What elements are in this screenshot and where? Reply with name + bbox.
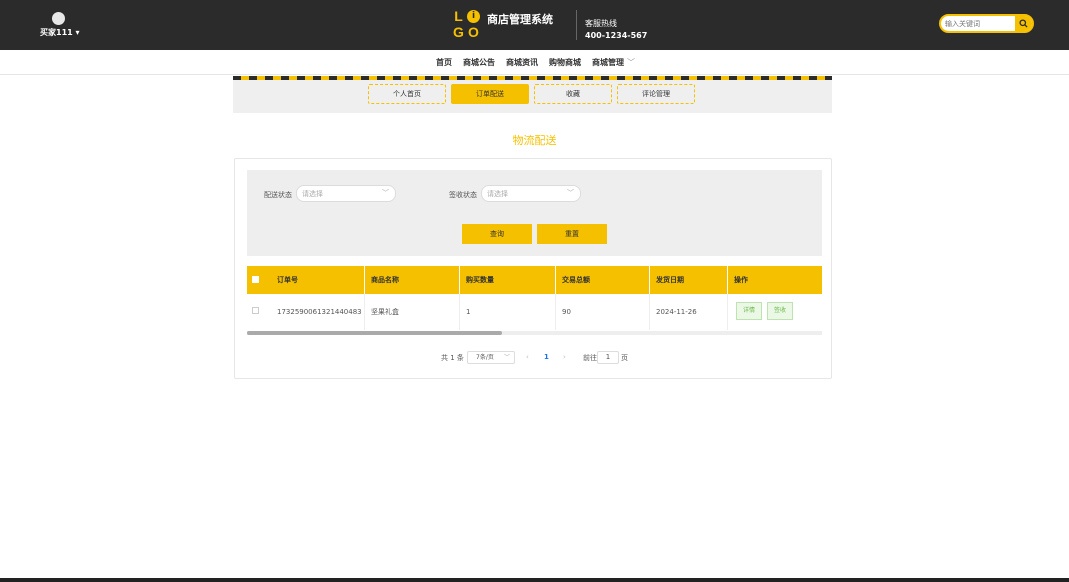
page-suffix: 页 xyxy=(621,354,628,362)
logo-letter-o: O xyxy=(468,24,479,40)
prev-page-icon[interactable]: ‹ xyxy=(526,353,529,361)
column-header-total: 交易总额 xyxy=(556,266,650,294)
system-title: 商店管理系统 xyxy=(487,13,553,26)
window-bottom-edge xyxy=(0,578,1069,582)
decorative-stripe xyxy=(233,76,832,80)
pagination-total: 共 1 条 xyxy=(441,354,464,362)
reset-button[interactable]: 重置 xyxy=(537,224,607,244)
search-button[interactable] xyxy=(1015,16,1032,31)
chevron-down-icon: ﹀ xyxy=(627,58,635,67)
top-header: 买家111 ▾ L i G O 商店管理系统 客服热线 400-1234-567 xyxy=(0,0,1069,50)
chevron-down-icon: ▾ xyxy=(75,28,80,37)
nav-home[interactable]: 首页 xyxy=(436,57,452,68)
column-header-product: 商品名称 xyxy=(365,266,460,294)
chevron-down-icon: ﹀ xyxy=(567,189,574,197)
column-header-qty: 购买数量 xyxy=(460,266,556,294)
table-header: 订单号 商品名称 购买数量 交易总额 发货日期 操作 xyxy=(247,266,822,294)
nav-announcements[interactable]: 商城公告 xyxy=(463,57,495,68)
nav-management[interactable]: 商城管理 ﹀ xyxy=(592,57,635,68)
filter-panel: 配送状态 请选择 ﹀ 签收状态 请选择 ﹀ 查询 重置 xyxy=(247,170,822,256)
delivery-status-label: 配送状态 xyxy=(264,191,292,199)
query-button[interactable]: 查询 xyxy=(462,224,532,244)
cell-actions: 详情 签收 xyxy=(728,294,822,330)
next-page-icon[interactable]: › xyxy=(563,353,566,361)
header-divider xyxy=(576,10,577,40)
delivery-status-placeholder: 请选择 xyxy=(302,190,323,198)
page-size-value: 7条/页 xyxy=(476,354,494,361)
content-card: 配送状态 请选择 ﹀ 签收状态 请选择 ﹀ 查询 重置 订单号 商品名称 购买数… xyxy=(234,158,832,379)
receipt-status-placeholder: 请选择 xyxy=(487,190,508,198)
goto-label: 前往 xyxy=(583,354,597,362)
cell-ship-date: 2024-11-26 xyxy=(650,294,728,330)
logo-letter-i: i xyxy=(467,10,480,23)
hotline-label: 客服热线 xyxy=(585,19,617,28)
cell-product: 坚果礼盒 xyxy=(365,294,460,330)
logo-letter-g: G xyxy=(453,24,464,40)
tab-profile-home[interactable]: 个人首页 xyxy=(368,84,446,104)
column-header-actions: 操作 xyxy=(734,276,748,284)
cell-qty: 1 xyxy=(460,294,556,330)
main-nav: 首页 商城公告 商城资讯 购物商城 商城管理 ﹀ xyxy=(0,50,1069,75)
column-header-ship-date: 发货日期 xyxy=(650,266,728,294)
hotline: 客服热线 400-1234-567 xyxy=(585,18,647,42)
center-tabs: 个人首页 订单配送 收藏 评论管理 xyxy=(233,76,832,113)
nav-shop[interactable]: 购物商城 xyxy=(549,57,581,68)
goto-page-input[interactable]: 1 xyxy=(597,351,619,364)
cell-order-no: 1732590061321440483 xyxy=(271,294,365,330)
pagination: 共 1 条 7条/页 ﹀ ‹ 1 › 前往 1 页 xyxy=(235,351,833,365)
row-checkbox[interactable] xyxy=(252,307,259,314)
page-title: 物流配送 xyxy=(512,134,557,147)
select-all-checkbox[interactable] xyxy=(252,276,259,283)
sign-receipt-button[interactable]: 签收 xyxy=(767,302,793,320)
tab-favorites[interactable]: 收藏 xyxy=(534,84,612,104)
receipt-status-select[interactable]: 请选择 ﹀ xyxy=(481,185,581,202)
current-page-number[interactable]: 1 xyxy=(544,353,549,361)
page-size-select[interactable]: 7条/页 ﹀ xyxy=(467,351,515,364)
avatar[interactable] xyxy=(51,12,65,25)
column-header-order-no: 订单号 xyxy=(271,266,365,294)
horizontal-scrollbar[interactable] xyxy=(247,331,822,335)
logo: L i G O xyxy=(452,8,482,40)
search-input[interactable] xyxy=(945,18,1013,30)
user-name: 买家111 xyxy=(40,28,73,37)
chevron-down-icon: ﹀ xyxy=(503,354,510,361)
chevron-down-icon: ﹀ xyxy=(382,189,389,197)
tab-order-delivery[interactable]: 订单配送 xyxy=(451,84,529,104)
nav-news[interactable]: 商城资讯 xyxy=(506,57,538,68)
hotline-number: 400-1234-567 xyxy=(585,31,648,40)
tab-comments[interactable]: 评论管理 xyxy=(617,84,695,104)
scrollbar-thumb[interactable] xyxy=(247,331,502,335)
delivery-status-select[interactable]: 请选择 ﹀ xyxy=(296,185,396,202)
receipt-status-label: 签收状态 xyxy=(449,191,477,199)
cell-total: 90 xyxy=(556,294,650,330)
table-row: 1732590061321440483 坚果礼盒 1 90 2024-11-26… xyxy=(247,294,822,330)
search-box xyxy=(939,14,1034,33)
search-icon xyxy=(1019,19,1028,28)
nav-management-label: 商城管理 xyxy=(592,58,624,67)
user-menu[interactable]: 买家111 ▾ xyxy=(40,12,80,38)
logo-letter-l: L xyxy=(454,8,463,24)
detail-button[interactable]: 详情 xyxy=(736,302,762,320)
